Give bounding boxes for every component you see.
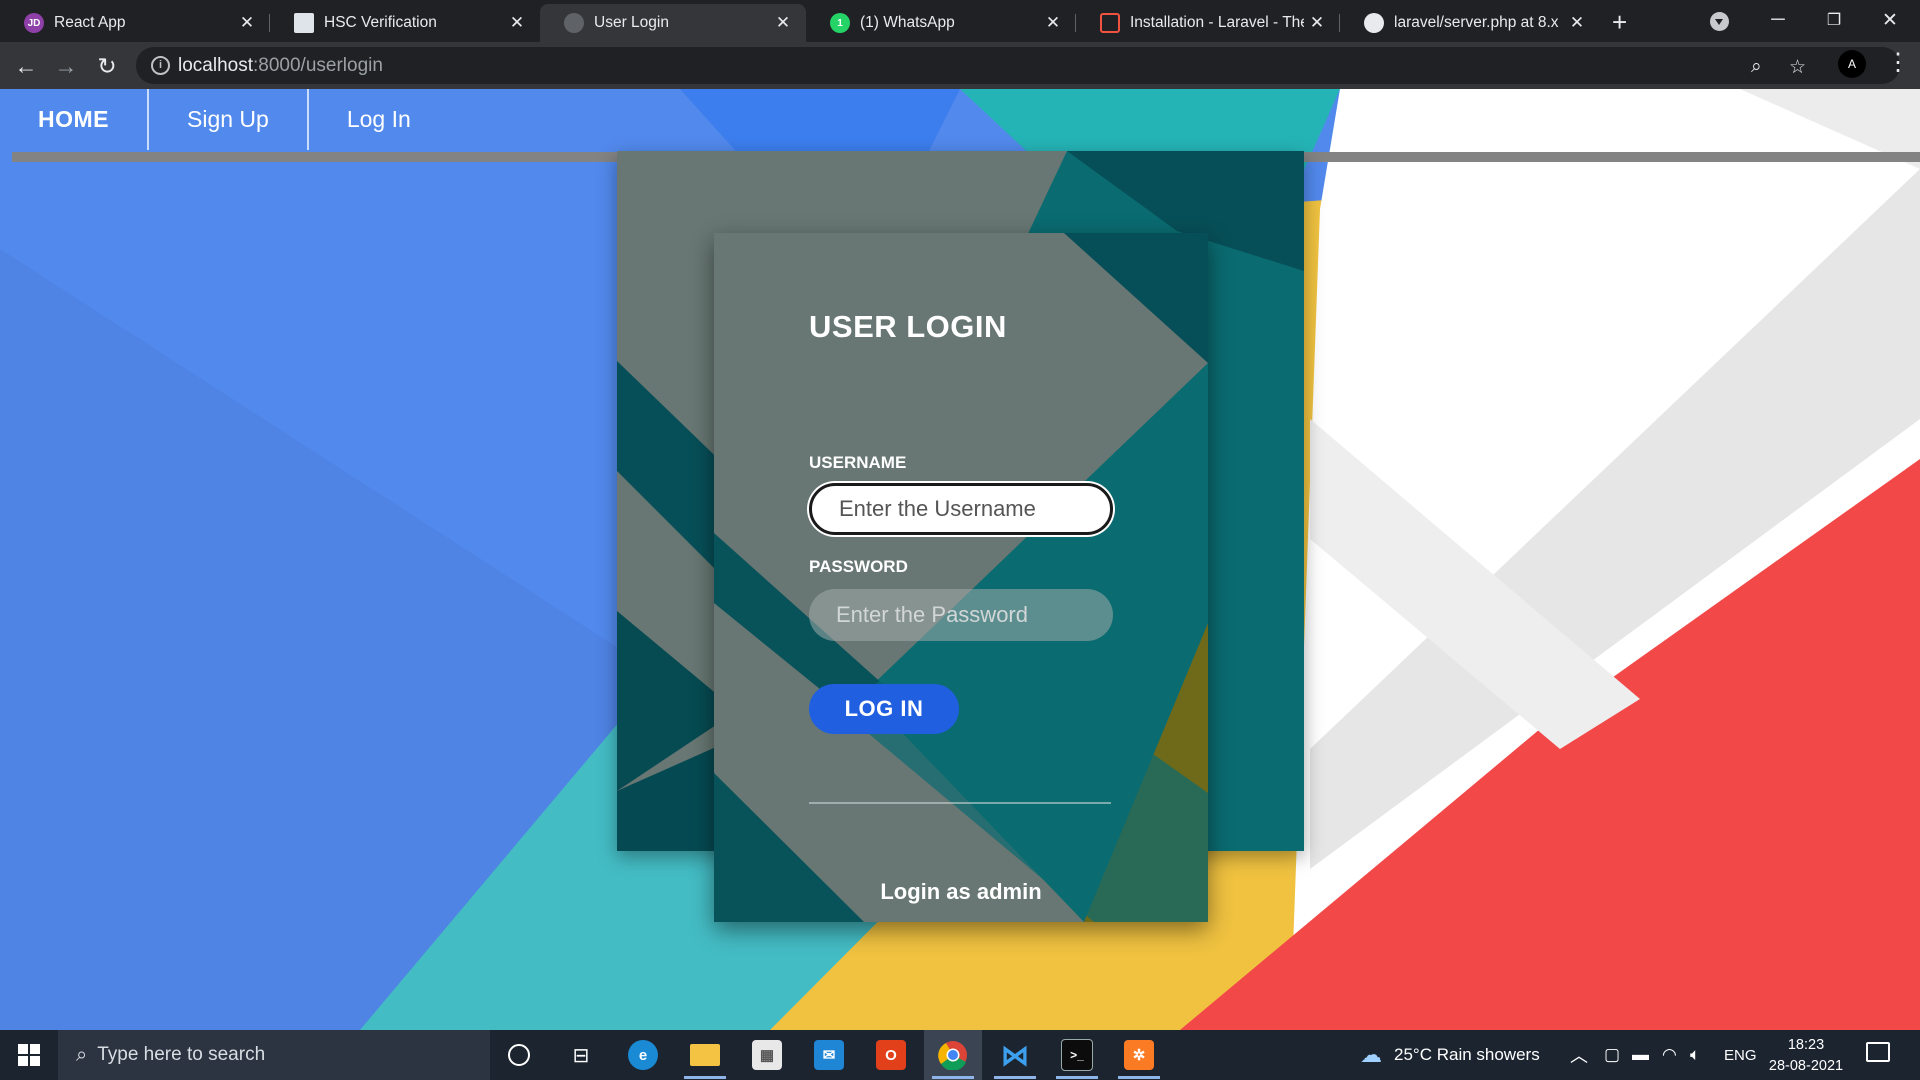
clock[interactable]: 18:23 28-08-2021	[1762, 1035, 1850, 1077]
taskbar-search-box[interactable]: ⌕ Type here to search	[58, 1030, 490, 1080]
cortana-icon[interactable]	[490, 1030, 548, 1080]
login-button[interactable]: LOG IN	[809, 684, 959, 734]
site-info-icon[interactable]: i	[151, 56, 170, 75]
task-view-icon[interactable]: ⊟	[552, 1030, 610, 1080]
username-input[interactable]	[809, 483, 1113, 535]
office-icon[interactable]: O	[862, 1030, 920, 1080]
top-nav: HOME Sign Up Log In	[0, 89, 449, 150]
close-icon[interactable]: ✕	[504, 13, 530, 33]
chevron-up-icon[interactable]: ︿	[1570, 1030, 1588, 1080]
search-icon: ⌕	[76, 1043, 88, 1066]
xampp-icon[interactable]: ✲	[1110, 1030, 1168, 1080]
tab-user-login[interactable]: User Login ✕	[540, 4, 806, 42]
tab-title: (1) WhatsApp	[860, 14, 955, 31]
forward-arrow-icon[interactable]: →	[50, 50, 82, 82]
windows-start-icon[interactable]	[0, 1030, 58, 1080]
bookmark-star-icon[interactable]: ☆	[1789, 56, 1806, 79]
new-tab-button[interactable]: +	[1612, 7, 1627, 38]
rain-cloud-icon: ☁	[1360, 1042, 1382, 1067]
tab-hsc-verification[interactable]: HSC Verification ✕	[270, 4, 540, 42]
tab-whatsapp[interactable]: 1 (1) WhatsApp ✕	[806, 4, 1076, 42]
whatsapp-icon: 1	[830, 13, 850, 33]
search-placeholder: Type here to search	[97, 1044, 266, 1065]
clock-date: 28-08-2021	[1768, 1058, 1844, 1074]
login-as-admin-link[interactable]: Login as admin	[714, 879, 1208, 905]
password-input[interactable]	[809, 589, 1113, 641]
volume-icon[interactable]: 🔈︎	[1690, 1030, 1700, 1080]
document-icon	[294, 13, 314, 33]
window-close-icon[interactable]: ✕	[1870, 4, 1910, 36]
nav-home-link[interactable]: HOME	[0, 89, 149, 150]
restore-icon[interactable]: ❐	[1814, 4, 1854, 36]
microsoft-store-icon[interactable]: ▦	[738, 1030, 796, 1080]
tab-title: laravel/server.php at 8.x · lar	[1394, 14, 1564, 31]
browser-toolbar: ← → ↻ i localhost:8000/userlogin ⌕ ☆ A ⋮	[0, 42, 1920, 89]
chrome-icon[interactable]	[924, 1030, 982, 1080]
windows-taskbar: ⌕ Type here to search ⊟ e ▦ ✉ O ⋈ >_ ✲ ☁…	[0, 1030, 1920, 1080]
username-label: USERNAME	[809, 453, 907, 472]
battery-icon[interactable]: ▬	[1632, 1030, 1649, 1080]
tab-title: User Login	[594, 14, 669, 31]
divider	[809, 802, 1111, 804]
tab-title: HSC Verification	[324, 14, 437, 31]
page-viewport: HOME Sign Up Log In USER LOGIN USERNAME …	[0, 89, 1920, 1030]
profile-avatar[interactable]: A	[1838, 50, 1866, 78]
weather-text: 25°C Rain showers	[1394, 1045, 1540, 1064]
zoom-icon[interactable]: ⌕	[1751, 56, 1762, 78]
mail-icon[interactable]: ✉	[800, 1030, 858, 1080]
vscode-icon[interactable]: ⋈	[986, 1030, 1044, 1080]
more-menu-icon[interactable]: ⋮	[1886, 48, 1910, 77]
tab-title: Installation - Laravel - The P	[1130, 14, 1304, 31]
back-arrow-icon[interactable]: ←	[10, 50, 42, 82]
clock-time: 18:23	[1787, 1037, 1825, 1053]
tab-react-app[interactable]: JD React App ✕	[0, 4, 270, 42]
url-host: localhost	[178, 55, 253, 76]
notification-center-icon[interactable]	[1866, 1042, 1890, 1062]
reload-icon[interactable]: ↻	[91, 50, 123, 82]
language-indicator[interactable]: ENG	[1724, 1030, 1757, 1080]
weather-widget[interactable]: ☁ 25°C Rain showers	[1360, 1030, 1540, 1080]
github-icon	[1364, 13, 1384, 33]
nav-signup-link[interactable]: Sign Up	[149, 89, 309, 150]
browser-tab-strip: JD React App ✕ HSC Verification ✕ User L…	[0, 0, 1920, 42]
tab-search-icon[interactable]	[1710, 12, 1729, 31]
tab-title: React App	[54, 14, 126, 31]
tab-laravel-installation[interactable]: Installation - Laravel - The P ✕	[1076, 4, 1340, 42]
react-app-favicon-icon: JD	[24, 13, 44, 33]
terminal-icon[interactable]: >_	[1048, 1030, 1106, 1080]
close-icon[interactable]: ✕	[1304, 13, 1330, 33]
close-icon[interactable]: ✕	[1040, 13, 1066, 33]
close-icon[interactable]: ✕	[770, 13, 796, 33]
nav-login-link[interactable]: Log In	[309, 89, 449, 150]
laravel-icon	[1100, 13, 1120, 33]
edge-icon[interactable]: e	[614, 1030, 672, 1080]
login-title: USER LOGIN	[809, 309, 1007, 344]
close-icon[interactable]: ✕	[234, 13, 260, 33]
file-explorer-icon[interactable]	[676, 1030, 734, 1080]
minimize-icon[interactable]: ─	[1758, 4, 1798, 36]
login-card: USER LOGIN USERNAME PASSWORD LOG IN Logi…	[714, 233, 1208, 922]
url-path: :8000/userlogin	[253, 55, 383, 76]
close-icon[interactable]: ✕	[1564, 13, 1590, 33]
password-label: PASSWORD	[809, 557, 908, 576]
globe-icon	[564, 13, 584, 33]
tab-github-server-php[interactable]: laravel/server.php at 8.x · lar ✕	[1340, 4, 1600, 42]
wifi-icon[interactable]: ◠	[1662, 1030, 1677, 1080]
address-bar[interactable]: i localhost:8000/userlogin ⌕ ☆	[136, 47, 1900, 84]
url-text[interactable]: localhost:8000/userlogin	[178, 55, 383, 77]
meet-now-icon[interactable]: ▢	[1604, 1030, 1620, 1080]
